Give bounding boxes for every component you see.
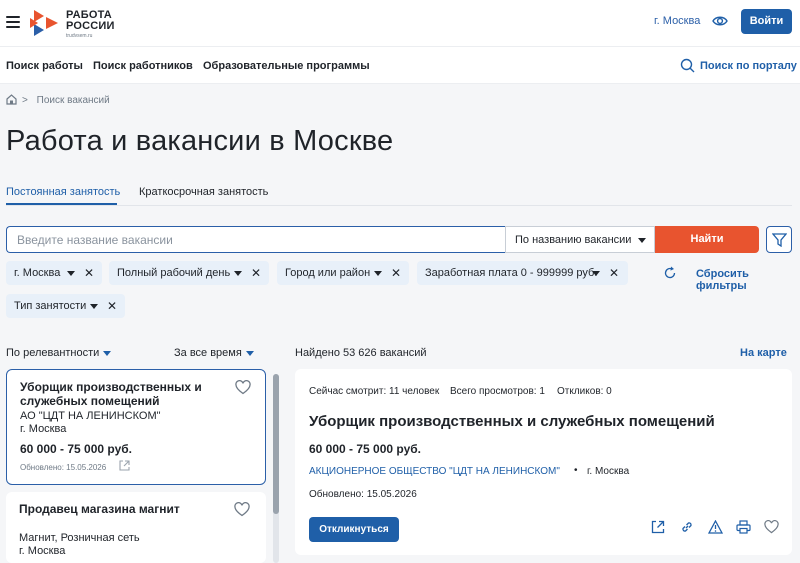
city-selector[interactable]: г. Москва — [654, 15, 700, 27]
reset-icon[interactable] — [663, 266, 677, 280]
vacancy-search-input[interactable]: Введите название вакансии — [6, 226, 506, 253]
portal-search-link[interactable]: Поиск по порталу — [700, 60, 797, 72]
main-nav: Поиск работы Поиск работников Образовате… — [0, 46, 800, 84]
apply-button[interactable]: Откликнуться — [309, 517, 399, 542]
filter-chip-city[interactable]: г. Москва ✕ — [6, 261, 102, 285]
chevron-down-icon — [103, 350, 112, 356]
detail-salary: 60 000 - 75 000 руб. — [309, 442, 421, 456]
external-link-icon[interactable] — [651, 520, 665, 534]
close-icon[interactable]: ✕ — [609, 266, 619, 280]
list-scrollbar-thumb[interactable] — [273, 374, 279, 514]
print-icon[interactable] — [736, 520, 751, 534]
breadcrumb-current: Поиск вакансий — [36, 95, 110, 106]
heart-icon[interactable] — [764, 520, 779, 534]
chevron-down-icon — [638, 238, 646, 243]
sort-relevance-label: По релевантности — [6, 347, 100, 359]
tab-short-term[interactable]: Краткосрочная занятость — [139, 186, 268, 198]
chevron-down-icon — [245, 350, 254, 356]
reset-filters-link[interactable]: Сбросить фильтры — [696, 268, 800, 292]
nav-item-employee-search[interactable]: Поиск работников — [93, 60, 193, 72]
vacancy-city: г. Москва — [20, 423, 67, 435]
vacancy-company: Магнит, Розничная сеть — [19, 532, 140, 544]
tabs-divider — [6, 205, 792, 206]
link-icon[interactable] — [680, 520, 694, 534]
active-tab-indicator — [6, 203, 117, 205]
close-icon[interactable]: ✕ — [251, 266, 261, 280]
breadcrumb: > Поиск вакансий — [22, 95, 110, 106]
logo-url: trudvsem.ru — [66, 33, 93, 39]
detail-company-link[interactable]: АКЦИОНЕРНОЕ ОБЩЕСТВО "ЦДТ НА ЛЕНИНСКОМ" — [309, 466, 560, 477]
menu-icon[interactable] — [6, 16, 20, 31]
logo-mark-icon — [30, 10, 58, 36]
viewing-now: Сейчас смотрит: 11 человек — [309, 386, 440, 397]
vacancy-title[interactable]: Уборщик производственных и служебных пом… — [20, 380, 220, 408]
list-item[interactable]: Уборщик производственных и служебных пом… — [6, 369, 266, 485]
detail-title: Уборщик производственных и служебных пом… — [309, 413, 715, 430]
sort-relevance-select[interactable]: По релевантности — [6, 347, 112, 359]
list-item[interactable]: Продавец магазина магнит Магнит, Розничн… — [6, 492, 266, 563]
detail-updated: Обновлено: 15.05.2026 — [309, 489, 417, 500]
eye-icon[interactable] — [712, 14, 728, 28]
map-link[interactable]: На карте — [740, 347, 787, 359]
vacancy-salary: 60 000 - 75 000 руб. — [20, 442, 132, 456]
search-mode-label: По названию вакансии — [515, 234, 632, 246]
logo-text: РАБОТА РОССИИ — [66, 9, 115, 32]
search-icon[interactable] — [680, 58, 695, 73]
vacancy-title[interactable]: Продавец магазина магнит — [19, 502, 219, 516]
vacancy-updated: Обновлено: 15.05.2026 — [20, 463, 107, 472]
chevron-down-icon — [67, 271, 75, 276]
breadcrumb-separator: > — [22, 95, 28, 106]
heart-icon[interactable] — [235, 380, 251, 395]
heart-icon[interactable] — [234, 502, 250, 517]
responses-count: Откликов: 0 — [557, 386, 612, 397]
tab-permanent[interactable]: Постоянная занятость — [6, 186, 120, 198]
filter-chip-district[interactable]: Город или район ✕ — [277, 261, 409, 285]
nav-item-education[interactable]: Образовательные программы — [203, 60, 370, 72]
close-icon[interactable]: ✕ — [84, 266, 94, 280]
sort-period-label: За все время — [174, 347, 242, 359]
find-button[interactable]: Найти — [655, 226, 759, 253]
warning-icon[interactable] — [708, 520, 723, 534]
close-icon[interactable]: ✕ — [107, 299, 117, 313]
nav-item-job-search[interactable]: Поиск работы — [6, 60, 83, 72]
chevron-down-icon — [592, 271, 600, 276]
close-icon[interactable]: ✕ — [391, 266, 401, 280]
vacancy-detail: Сейчас смотрит: 11 человек Всего просмот… — [295, 369, 792, 555]
search-mode-select[interactable]: По названию вакансии — [505, 226, 655, 253]
chevron-down-icon — [90, 304, 98, 309]
home-icon[interactable] — [6, 94, 17, 105]
chevron-down-icon — [374, 271, 382, 276]
detail-city: г. Москва — [587, 466, 630, 477]
page-title: Работа и вакансии в Москве — [6, 125, 394, 157]
filter-chip-salary[interactable]: Заработная плата 0 - 999999 руб. ✕ — [417, 261, 628, 285]
vacancy-city: г. Москва — [19, 545, 66, 557]
chevron-down-icon — [234, 271, 242, 276]
filter-chip-employment-type[interactable]: Тип занятости ✕ — [6, 294, 125, 318]
results-count: Найдено 53 626 вакансий — [295, 347, 427, 359]
separator-dot: • — [574, 465, 578, 476]
login-button[interactable]: Войти — [741, 9, 792, 34]
filter-chip-schedule[interactable]: Полный рабочий день ✕ — [109, 261, 269, 285]
logo[interactable]: РАБОТА РОССИИ trudvsem.ru — [30, 6, 120, 40]
top-header: РАБОТА РОССИИ trudvsem.ru г. Москва Войт… — [0, 0, 800, 46]
vacancy-company: АО "ЦДТ НА ЛЕНИНСКОМ" — [20, 410, 161, 422]
filter-button[interactable] — [766, 226, 792, 253]
search-placeholder: Введите название вакансии — [17, 233, 173, 247]
sort-period-select[interactable]: За все время — [174, 347, 254, 359]
filter-icon — [772, 233, 787, 247]
total-views: Всего просмотров: 1 — [450, 386, 545, 397]
external-link-icon[interactable] — [119, 460, 130, 471]
